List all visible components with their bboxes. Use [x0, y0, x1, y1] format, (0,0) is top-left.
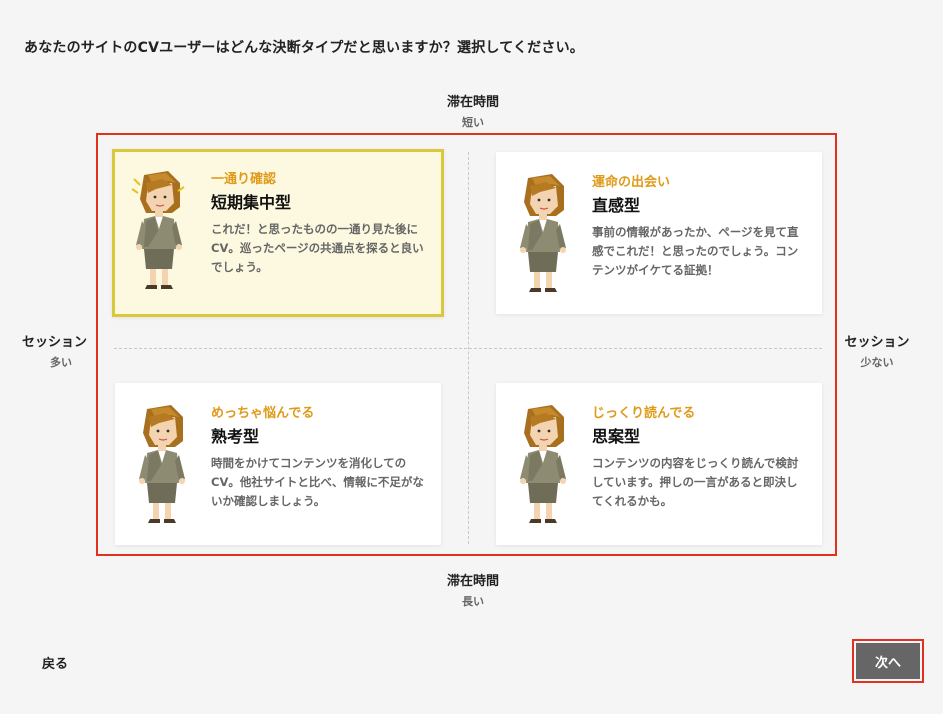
businesswoman-thinking-icon	[131, 169, 185, 291]
card-type-title: 直感型	[592, 196, 641, 215]
card-tag: 運命の出会い	[592, 175, 671, 190]
card-tag: じっくり読んでる	[592, 406, 696, 421]
type-card-deliberate[interactable]: めっちゃ悩んでる 熟考型 時間をかけてコンテンツを消化してのCV。他社サイトと比…	[115, 383, 441, 545]
axis-top-sub: 短い	[462, 116, 484, 129]
axis-left-sub: 多い	[50, 356, 72, 369]
type-card-contemplative[interactable]: じっくり読んでる 思案型 コンテンツの内容をじっくり読んで検討しています。押しの…	[496, 383, 822, 545]
axis-left-title: セッション	[22, 335, 88, 350]
axis-top-title: 滞在時間	[446, 95, 499, 110]
card-type-title: 思案型	[592, 427, 641, 446]
type-card-intuitive[interactable]: 運命の出会い 直感型 事前の情報があったか、ページを見て直感でこれだ！と思ったの…	[496, 152, 822, 314]
card-description: 事前の情報があったか、ページを見て直感でこれだ！と思ったのでしょう。コンテンツが…	[592, 225, 799, 277]
axis-right-sub: 少ない	[860, 356, 894, 369]
card-description: コンテンツの内容をじっくり読んで検討しています。押しの一言があると即決してくれる…	[592, 456, 799, 508]
next-button[interactable]: 次へ	[856, 643, 920, 679]
back-link[interactable]: 戻る	[42, 653, 68, 672]
card-type-title: 短期集中型	[211, 193, 292, 212]
card-tag: 一通り確認	[211, 172, 277, 187]
axis-bottom-sub: 長い	[462, 595, 484, 608]
axis-right-title: セッション	[844, 335, 910, 350]
businesswoman-presenting-icon	[510, 172, 576, 294]
card-tag: めっちゃ悩んでる	[211, 406, 315, 421]
card-description: これだ！と思ったものの一通り見た後にCV。巡ったページの共通点を探ると良いでしょ…	[211, 222, 424, 274]
businesswoman-arms-crossed-icon	[129, 403, 195, 525]
question-text: あなたのサイトのCVユーザーはどんな決断タイプだと思いますか？選択してください。	[24, 40, 584, 56]
card-type-title: 熟考型	[211, 427, 260, 446]
axis-bottom-title: 滞在時間	[446, 574, 499, 589]
matrix-horizontal-divider	[114, 348, 822, 349]
businesswoman-pondering-icon	[510, 403, 576, 525]
card-description: 時間をかけてコンテンツを消化してのCV。他社サイトと比べ、情報に不足がないか確認…	[211, 456, 424, 508]
type-card-short-focus[interactable]: 一通り確認 短期集中型 これだ！と思ったものの一通り見た後にCV。巡ったページの…	[112, 149, 444, 317]
